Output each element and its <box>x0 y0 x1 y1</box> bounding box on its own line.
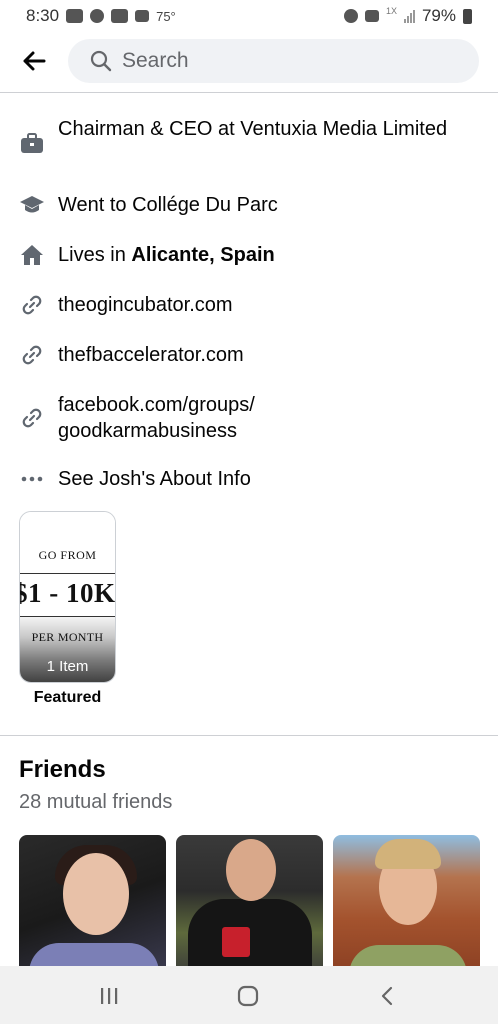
section-divider <box>0 735 498 736</box>
mutual-friends-count: 28 mutual friends <box>19 791 173 813</box>
intro-link-3[interactable]: facebook.com/groups/ goodkarmabusiness <box>0 392 460 444</box>
education-text: Went to Collége Du Parc <box>58 194 278 216</box>
arrow-left-icon <box>23 51 46 71</box>
battery-percent: 79% <box>421 6 456 25</box>
featured-card-rule <box>20 573 115 574</box>
link-2-text[interactable]: thefbaccelerator.com <box>58 342 244 368</box>
home-circle-icon <box>237 985 259 1007</box>
youtube-icon <box>66 9 84 23</box>
home-icon <box>19 242 45 268</box>
see-about-info[interactable]: See Josh's About Info <box>0 466 460 492</box>
signal-icon <box>403 9 415 23</box>
temperature: 75° <box>156 8 176 24</box>
wifi-icon <box>364 10 379 22</box>
link-3-line-2[interactable]: goodkarmabusiness <box>58 418 255 444</box>
link-1-text[interactable]: theogincubator.com <box>58 292 233 318</box>
alarm-icon <box>343 9 358 23</box>
lives-city[interactable]: Alicante, Spain <box>131 244 274 266</box>
about-text[interactable]: See Josh's About Info <box>58 466 251 492</box>
system-nav-bar <box>0 966 498 1024</box>
system-back-button[interactable] <box>372 982 402 1010</box>
location-icon <box>90 9 105 23</box>
mail-icon <box>111 9 129 23</box>
network-type: 1X <box>385 6 397 16</box>
search-icon <box>90 50 112 72</box>
recent-apps-icon <box>101 988 118 1004</box>
featured-card-subheading: PER MONTH <box>31 630 104 644</box>
link-icon <box>19 342 45 368</box>
intro-lives: Lives in Alicante, Spain <box>0 242 460 268</box>
back-button[interactable] <box>20 48 48 74</box>
graduation-cap-icon <box>19 192 45 218</box>
search-bar[interactable] <box>68 39 479 83</box>
home-button[interactable] <box>233 982 263 1010</box>
intro-education: Went to Collége Du Parc <box>0 192 460 218</box>
friends-title: Friends <box>19 756 106 783</box>
link-icon <box>19 292 45 318</box>
chevron-left-icon <box>381 986 393 1006</box>
featured-card-top <box>20 512 115 574</box>
search-input[interactable] <box>122 49 422 73</box>
featured-card[interactable]: GO FROM $1 - 10K PER MONTH 1 Item <box>19 511 116 683</box>
status-bar: 8:30 75° 1X 79% <box>0 0 498 32</box>
featured-card-amount: $1 - 10K <box>19 578 116 608</box>
top-bar <box>0 38 498 84</box>
intro-work: Chairman & CEO at Ventuxia Media Limited <box>0 116 460 153</box>
work-text: Chairman & CEO at Ventuxia Media Limited <box>58 118 448 140</box>
friend-photo[interactable] <box>333 835 480 975</box>
featured-item-count: 1 Item <box>46 658 89 675</box>
friend-photo[interactable] <box>19 835 166 975</box>
intro-link-1[interactable]: theogincubator.com <box>0 292 460 318</box>
link-3-line-1[interactable]: facebook.com/groups/ <box>58 392 255 418</box>
briefcase-icon <box>19 130 45 156</box>
featured-label: Featured <box>33 689 102 706</box>
lives-prefix: Lives in <box>58 244 126 266</box>
friend-photo[interactable] <box>176 835 323 975</box>
link-icon <box>19 405 45 431</box>
battery-icon <box>463 8 472 24</box>
featured-card-heading: GO FROM <box>38 548 97 562</box>
image-icon <box>135 10 150 22</box>
intro-link-2[interactable]: thefbaccelerator.com <box>0 342 460 368</box>
featured-card-bottom: PER MONTH 1 Item <box>20 617 115 682</box>
clock: 8:30 <box>26 6 60 25</box>
recent-apps-button[interactable] <box>94 982 124 1010</box>
more-dots-icon <box>19 466 45 492</box>
header-divider <box>0 92 498 93</box>
